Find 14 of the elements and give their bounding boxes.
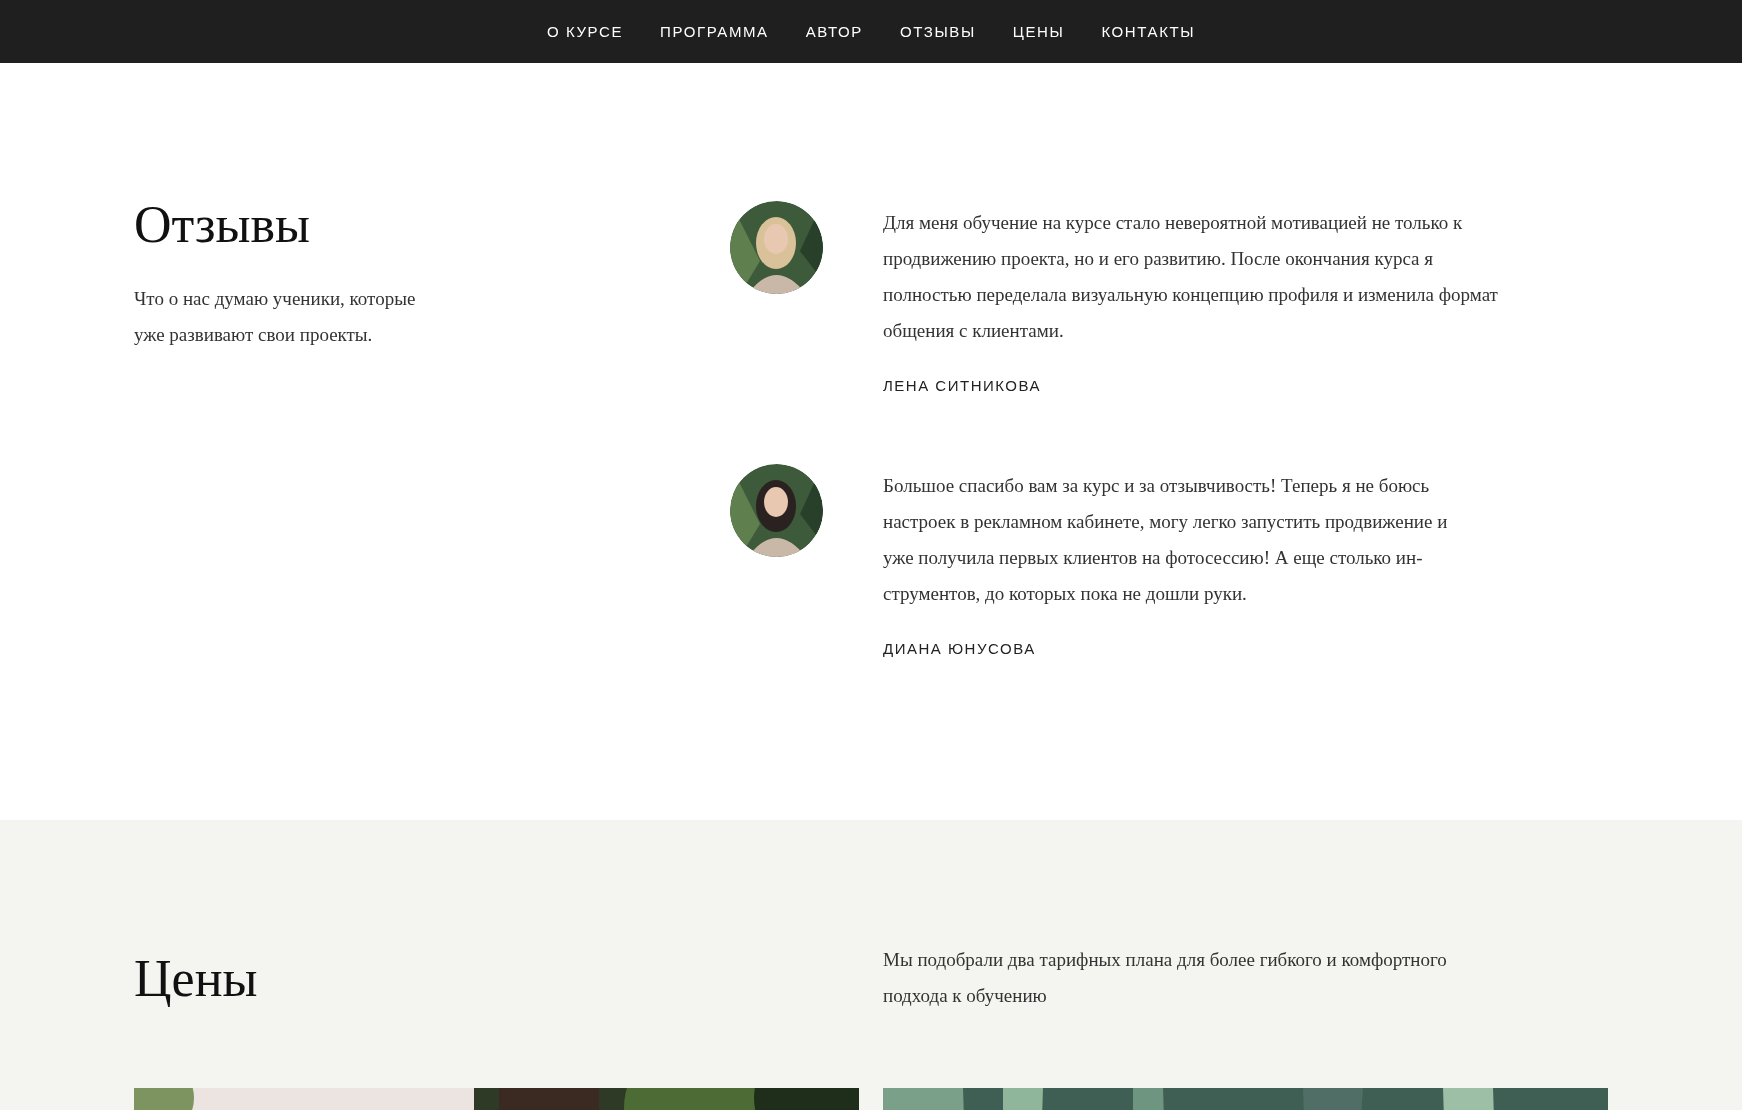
section-title: Цены (134, 950, 259, 1009)
review-author: ДИАНА ЮНУСОВА (883, 640, 1037, 657)
nav-link[interactable]: ЦЕНЫ (1012, 23, 1065, 40)
nav-link[interactable]: ПРОГРАММА (660, 23, 769, 40)
nav-link[interactable]: ОТЗЫВЫ (899, 23, 976, 40)
nav-link[interactable]: АВТОР (805, 23, 863, 40)
review-text: Для меня обучение на курсе стало невероятной мотивацией не только к продвижению проекта, но и его развитию. После окончания курса я полностью переделала визуальную концепцию профиля и изменила формат общения с клиентами. (883, 211, 1499, 343)
review-author: ЛЕНА СИТНИКОВА (883, 377, 1042, 394)
section-title: Отзывы (134, 196, 311, 254)
section-description: Мы подобрали два тарифных плана для более гибкого и комфортного подхода к обучению (883, 948, 1447, 1008)
section-subtitle: Что о нас думаю ученики, которые уже развивают свои проекты. (134, 287, 417, 348)
nav-link[interactable]: КОНТАКТЫ (1101, 23, 1196, 40)
review-text: Большое спасибо вам за курс и за отзывчивость! Теперь я не боюсь настроек в рекламном кабинете, могу легко запустить продвижение и уже получила первых клиентов на фотосессию! А еще столько ин- струментов, до которых пока не дошли руки. (883, 474, 1449, 606)
nav-link[interactable]: О КУРСЕ (546, 23, 624, 40)
